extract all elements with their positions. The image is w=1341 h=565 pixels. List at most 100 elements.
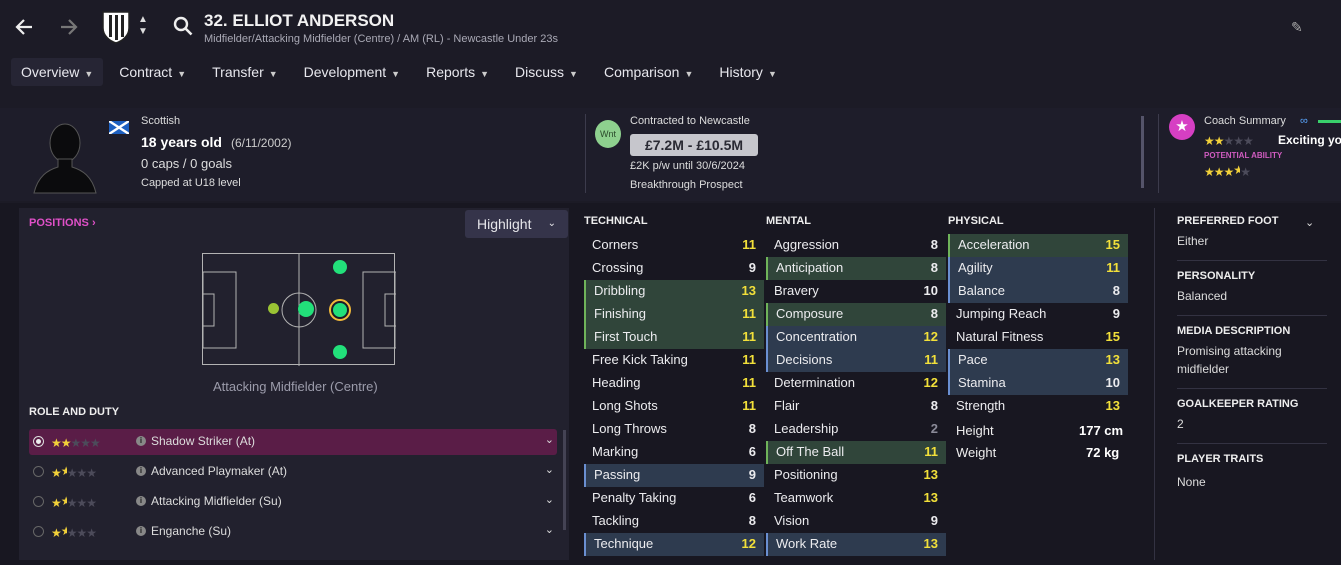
technical-heading: TECHNICAL: [584, 215, 648, 227]
attribute-value: 12: [741, 536, 756, 551]
attribute-row[interactable]: Free Kick Taking 11: [584, 349, 764, 372]
attribute-row[interactable]: Determination 12: [766, 372, 946, 395]
info-icon[interactable]: i: [136, 496, 146, 506]
attribute-row[interactable]: Natural Fitness 15: [948, 326, 1128, 349]
info-icon[interactable]: i: [136, 466, 146, 476]
tab-comparison[interactable]: Comparison ▼: [594, 58, 703, 86]
preferred-foot-label: PREFERRED FOOT: [1177, 215, 1279, 227]
role-radio[interactable]: [33, 466, 44, 477]
attribute-row[interactable]: Teamwork 13: [766, 487, 946, 510]
attribute-row[interactable]: Work Rate 13: [766, 533, 946, 556]
attribute-row[interactable]: Crossing 9: [584, 257, 764, 280]
tab-discuss[interactable]: Discuss ▼: [505, 58, 588, 86]
tab-label: Contract: [119, 64, 173, 80]
tab-overview[interactable]: Overview ▼: [11, 58, 104, 86]
search-icon[interactable]: [172, 15, 194, 37]
forward-arrow-icon[interactable]: [56, 13, 82, 41]
attribute-value: 13: [1105, 398, 1120, 413]
attribute-row[interactable]: Agility 11: [948, 257, 1128, 280]
nationality: Scottish: [141, 115, 181, 127]
back-arrow-icon[interactable]: [12, 13, 38, 41]
attribute-row[interactable]: Penalty Taking 6: [584, 487, 764, 510]
attribute-row[interactable]: Stamina 10: [948, 372, 1128, 395]
attribute-value: 2: [930, 421, 938, 436]
divider: [585, 114, 586, 193]
attribute-value: 10: [1105, 375, 1120, 390]
attribute-row[interactable]: Composure 8: [766, 303, 946, 326]
height-label: Height: [956, 423, 994, 438]
attribute-row[interactable]: Bravery 10: [766, 280, 946, 303]
role-radio[interactable]: [33, 526, 44, 537]
attribute-row[interactable]: Pace 13: [948, 349, 1128, 372]
role-name: Attacking Midfielder (Su): [151, 494, 282, 508]
attribute-value: 11: [924, 444, 938, 459]
attribute-row[interactable]: Positioning 13: [766, 464, 946, 487]
attribute-row[interactable]: Decisions 11: [766, 349, 946, 372]
role-stars: ★★★★★: [51, 436, 101, 450]
tab-development[interactable]: Development ▼: [294, 58, 410, 86]
attribute-row[interactable]: Aggression 8: [766, 234, 946, 257]
attribute-name: Stamina: [958, 375, 1006, 390]
role-row[interactable]: ★★★★★ i Attacking Midfielder (Su) ⌄: [29, 489, 557, 515]
edit-pencil-icon[interactable]: ✎: [1291, 19, 1303, 36]
attribute-row[interactable]: Marking 6: [584, 441, 764, 464]
role-stars: ★★★★★: [51, 524, 97, 540]
wage-info: £2K p/w until 30/6/2024: [630, 160, 745, 172]
attribute-row[interactable]: Long Throws 8: [584, 418, 764, 441]
media-description-label: MEDIA DESCRIPTION: [1177, 325, 1291, 337]
role-name: Shadow Striker (At): [151, 434, 256, 448]
attribute-row[interactable]: First Touch 11: [584, 326, 764, 349]
attribute-row[interactable]: Balance 8: [948, 280, 1128, 303]
transfer-value-tag[interactable]: £7.2M - £10.5M: [630, 134, 758, 156]
position-dot-am[interactable]: [298, 301, 314, 317]
info-icon[interactable]: i: [136, 436, 146, 446]
chevron-down-icon[interactable]: ⌄: [545, 523, 554, 536]
club-switch-icon[interactable]: ▲ ▼: [138, 14, 148, 38]
attribute-name: Determination: [774, 375, 855, 390]
info-icon[interactable]: i: [136, 526, 146, 536]
position-dot-mc[interactable]: [268, 303, 279, 314]
attribute-row[interactable]: Heading 11: [584, 372, 764, 395]
attribute-row[interactable]: Anticipation 8: [766, 257, 946, 280]
chevron-down-icon[interactable]: ⌄: [1305, 216, 1314, 229]
attribute-row[interactable]: Jumping Reach 9: [948, 303, 1128, 326]
attribute-row[interactable]: Passing 9: [584, 464, 764, 487]
attribute-value: 11: [742, 398, 756, 413]
position-dot-aml[interactable]: [333, 260, 347, 274]
chevron-down-icon[interactable]: ⌄: [545, 463, 554, 476]
attribute-row[interactable]: Long Shots 11: [584, 395, 764, 418]
position-dot-selected[interactable]: [329, 299, 351, 321]
attribute-row[interactable]: Technique 12: [584, 533, 764, 556]
potential-ability-label: POTENTIAL ABILITY: [1204, 151, 1283, 160]
role-row[interactable]: ★★★★★ i Shadow Striker (At) ⌄: [29, 429, 557, 455]
tab-reports[interactable]: Reports ▼: [416, 58, 499, 86]
attribute-name: Jumping Reach: [956, 306, 1047, 321]
attribute-row[interactable]: Flair 8: [766, 395, 946, 418]
role-row[interactable]: ★★★★★ i Advanced Playmaker (At) ⌄: [29, 459, 557, 485]
highlight-dropdown[interactable]: Highlight ⌄: [465, 210, 568, 238]
attribute-row[interactable]: Concentration 12: [766, 326, 946, 349]
chevron-down-icon: ▼: [84, 69, 94, 79]
positions-link[interactable]: POSITIONS ›: [29, 217, 96, 229]
chevron-down-icon[interactable]: ⌄: [545, 433, 554, 446]
attribute-row[interactable]: Tackling 8: [584, 510, 764, 533]
position-dot-amr[interactable]: [333, 345, 347, 359]
tab-transfer[interactable]: Transfer ▼: [202, 58, 288, 86]
roles-scrollbar[interactable]: [563, 430, 566, 530]
tab-label: Reports: [426, 64, 476, 80]
attribute-row[interactable]: Strength 13: [948, 395, 1128, 418]
attribute-row[interactable]: Dribbling 13: [584, 280, 764, 303]
tab-history[interactable]: History ▼: [709, 58, 786, 86]
tab-contract[interactable]: Contract ▼: [109, 58, 196, 86]
chevron-down-icon[interactable]: ⌄: [545, 493, 554, 506]
club-crest-icon[interactable]: [100, 9, 132, 45]
attribute-row[interactable]: Off The Ball 11: [766, 441, 946, 464]
role-radio[interactable]: [33, 436, 44, 447]
attribute-row[interactable]: Finishing 11: [584, 303, 764, 326]
role-row[interactable]: ★★★★★ i Enganche (Su) ⌄: [29, 519, 557, 545]
attribute-row[interactable]: Acceleration 15: [948, 234, 1128, 257]
role-radio[interactable]: [33, 496, 44, 507]
attribute-row[interactable]: Vision 9: [766, 510, 946, 533]
attribute-row[interactable]: Leadership 2: [766, 418, 946, 441]
attribute-row[interactable]: Corners 11: [584, 234, 764, 257]
